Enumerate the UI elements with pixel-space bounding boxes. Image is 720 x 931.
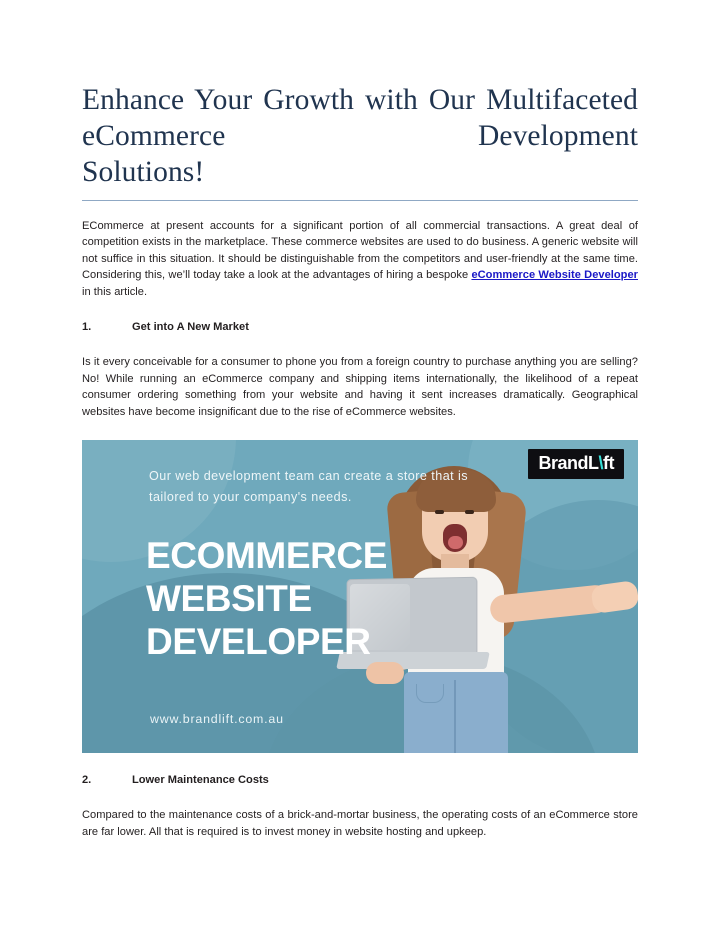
page-title: Enhance Your Growth with Our Multifacete…	[82, 82, 638, 190]
ecommerce-banner-image: Our web development team can create a st…	[82, 440, 638, 754]
eye-right	[465, 510, 474, 515]
holding-hand	[366, 662, 404, 685]
intro-text-after-link: in this article.	[82, 285, 148, 298]
banner-headline-line-1: ECOMMERCE	[146, 535, 388, 577]
logo-suffix: ft	[603, 453, 615, 474]
ecommerce-website-developer-link[interactable]: eCommerce Website Developer	[471, 269, 638, 281]
banner-website-url: www.brandlift.com.au	[150, 712, 284, 727]
section-body-2: Compared to the maintenance costs of a b…	[82, 809, 638, 838]
page-title-line-3: Solutions!	[82, 156, 205, 188]
banner-subtitle: Our web development team can create a st…	[149, 466, 479, 508]
pointing-hand	[590, 579, 638, 615]
intro-paragraph: ECommerce at present accounts for a sign…	[82, 218, 638, 300]
page-title-line-1: Enhance Your Growth with Our	[82, 84, 476, 116]
document-content: Enhance Your Growth with Our Multifacete…	[82, 82, 638, 840]
logo-prefix: BrandL	[538, 453, 599, 474]
brandlift-logo-text: BrandL\ft	[538, 453, 614, 473]
brandlift-logo: BrandL\ft	[528, 449, 624, 480]
section-heading-1: 1. Get into A New Market	[82, 319, 638, 335]
eye-left	[435, 510, 444, 515]
jeans-pocket	[416, 684, 444, 704]
banner-headline-line-3: DEVELOPER	[146, 621, 371, 663]
section-number-1: 1.	[82, 321, 92, 334]
tongue	[448, 536, 463, 550]
banner-headline: ECOMMERCE WEBSITE DEVELOPER	[146, 534, 387, 663]
title-divider	[82, 200, 638, 201]
jeans-seam	[454, 680, 456, 754]
document-page: Enhance Your Growth with Our Multifacete…	[0, 0, 720, 931]
section-heading-2: 2. Lower Maintenance Costs	[82, 772, 638, 788]
section-body-1: Is it every conceivable for a consumer t…	[82, 356, 638, 418]
section-title-2: Lower Maintenance Costs	[132, 774, 269, 787]
banner-subtitle-line-2: tailored to your company's needs.	[149, 490, 352, 505]
banner-headline-line-2: WEBSITE	[146, 578, 312, 620]
section-number-2: 2.	[82, 774, 92, 787]
banner-subtitle-line-1: Our web development team can create a st…	[149, 469, 469, 484]
section-title-1: Get into A New Market	[132, 321, 249, 334]
